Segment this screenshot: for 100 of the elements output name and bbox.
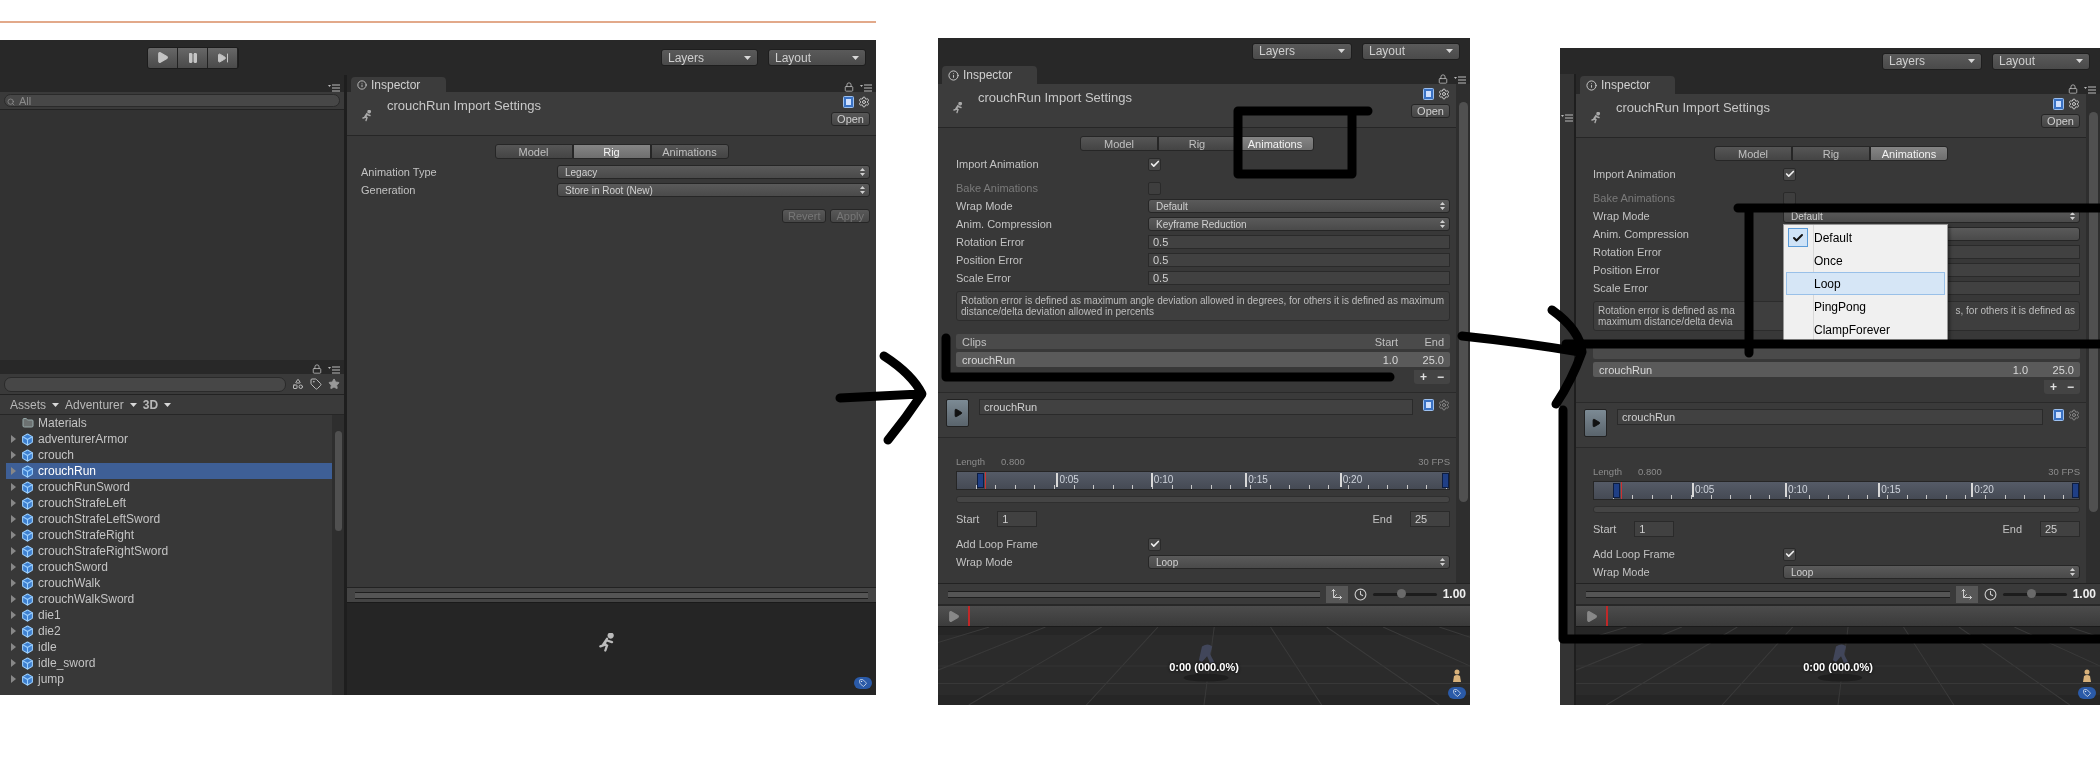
breadcrumb-item[interactable]: Adventurer: [65, 397, 124, 412]
tab[interactable]: Model: [494, 144, 573, 159]
resize-handle[interactable]: [1586, 590, 1950, 598]
tab[interactable]: Animations: [650, 144, 729, 159]
menu-icon[interactable]: [1561, 114, 1573, 122]
expand-arrow-icon[interactable]: [10, 499, 17, 507]
lock-icon[interactable]: [312, 364, 322, 374]
dropdown[interactable]: Store in Root (New): [557, 183, 870, 197]
range-end-marker[interactable]: [2072, 483, 2079, 498]
play-button[interactable]: [946, 399, 969, 427]
expand-arrow-icon[interactable]: [10, 659, 17, 667]
dropdown[interactable]: Loop: [1783, 565, 2080, 579]
play-button[interactable]: [1584, 409, 1607, 437]
menu-item[interactable]: PingPong: [1786, 295, 1945, 318]
asset-item[interactable]: jump: [6, 671, 332, 687]
asset-item[interactable]: crouch: [6, 447, 332, 463]
pivot-button[interactable]: [1325, 585, 1348, 603]
expand-arrow-icon[interactable]: [10, 595, 17, 603]
layout-dropdown[interactable]: Layout: [1992, 52, 2090, 70]
menu-icon[interactable]: [328, 366, 340, 374]
menu-item[interactable]: Default: [1786, 226, 1945, 249]
expand-arrow-icon[interactable]: [10, 675, 17, 683]
asset-item[interactable]: adventurerArmor: [6, 431, 332, 447]
input-field[interactable]: 1: [997, 511, 1038, 527]
input-field[interactable]: 0.5: [1148, 253, 1450, 267]
help-icon[interactable]: [2053, 98, 2064, 110]
star-icon[interactable]: [328, 378, 340, 390]
range-end-marker[interactable]: [1442, 473, 1449, 488]
menu-icon[interactable]: [2084, 86, 2096, 94]
asset-item[interactable]: crouchSword: [6, 559, 332, 575]
input-field[interactable]: 25: [1410, 511, 1450, 527]
layers-dropdown[interactable]: Layers: [1252, 42, 1352, 60]
menu-icon[interactable]: [328, 84, 340, 92]
open-button[interactable]: Open: [2041, 114, 2080, 128]
settings-icon[interactable]: [1438, 88, 1450, 100]
help-icon[interactable]: [1423, 88, 1434, 100]
step-button[interactable]: [208, 47, 238, 68]
open-button[interactable]: Open: [1411, 104, 1450, 118]
asset-item[interactable]: crouchWalkSword: [6, 591, 332, 607]
menu-item[interactable]: ClampForever: [1786, 318, 1945, 341]
add-button[interactable]: +: [2049, 380, 2057, 394]
layers-dropdown[interactable]: Layers: [1882, 52, 1982, 70]
settings-icon[interactable]: [858, 96, 870, 108]
lock-icon[interactable]: [1438, 74, 1448, 84]
asset-item[interactable]: Materials: [6, 415, 332, 431]
scrollbar[interactable]: [2086, 94, 2100, 583]
open-button[interactable]: Open: [831, 112, 870, 126]
expand-arrow-icon[interactable]: [10, 643, 17, 651]
expand-arrow-icon[interactable]: [10, 579, 17, 587]
expand-arrow-icon[interactable]: [10, 627, 17, 635]
remove-button[interactable]: −: [2067, 380, 2074, 394]
breadcrumb-item[interactable]: 3D: [142, 397, 159, 412]
help-icon[interactable]: [1423, 399, 1434, 411]
asset-item[interactable]: idle: [6, 639, 332, 655]
avatar-icon[interactable]: [2082, 669, 2092, 683]
breadcrumb-item[interactable]: Assets: [10, 397, 46, 412]
resize-handle[interactable]: [948, 590, 1320, 598]
input-field[interactable]: 1: [1634, 521, 1675, 537]
play-button[interactable]: [148, 47, 178, 68]
settings-icon[interactable]: [1438, 399, 1450, 411]
input-field[interactable]: 0.5: [1148, 271, 1450, 285]
inspector-tab[interactable]: Inspector: [351, 77, 446, 92]
input-field[interactable]: 25: [2040, 521, 2080, 537]
asset-item[interactable]: die1: [6, 607, 332, 623]
asset-item[interactable]: crouchStrafeRightSword: [6, 543, 332, 559]
inspector-tab[interactable]: Inspector: [1580, 76, 1675, 94]
expand-arrow-icon[interactable]: [10, 611, 17, 619]
checkbox[interactable]: [1783, 547, 1796, 561]
tab[interactable]: Rig: [1158, 136, 1236, 151]
checkbox[interactable]: [1148, 537, 1161, 551]
input-field[interactable]: crouchRun: [979, 399, 1413, 415]
menu-item[interactable]: Loop: [1786, 272, 1945, 295]
range-start-marker[interactable]: [1613, 483, 1621, 498]
expand-arrow-icon[interactable]: [10, 483, 17, 491]
range-start-marker[interactable]: [976, 473, 984, 488]
avatar-icon[interactable]: [1452, 669, 1462, 683]
layout-dropdown[interactable]: Layout: [768, 49, 866, 66]
tab[interactable]: Model: [1714, 146, 1792, 161]
help-icon[interactable]: [2053, 409, 2064, 421]
tab[interactable]: Animations: [1870, 146, 1948, 161]
layers-dropdown[interactable]: Layers: [661, 49, 758, 66]
shapes-icon[interactable]: [292, 378, 304, 390]
inspector-tab[interactable]: Inspector: [942, 66, 1037, 84]
expand-arrow-icon[interactable]: [10, 451, 17, 459]
add-button[interactable]: +: [1419, 370, 1427, 384]
slider-thumb[interactable]: [1397, 588, 1407, 598]
expand-arrow-icon[interactable]: [10, 515, 17, 523]
pivot-button[interactable]: [1955, 585, 1978, 603]
asset-item[interactable]: crouchWalk: [6, 575, 332, 591]
asset-item[interactable]: crouchRun: [6, 463, 332, 479]
expand-arrow-icon[interactable]: [10, 563, 17, 571]
tab[interactable]: Rig: [1792, 146, 1870, 161]
menu-icon[interactable]: [1454, 76, 1466, 84]
lock-icon[interactable]: [2068, 84, 2078, 94]
dropdown[interactable]: Loop: [1148, 555, 1450, 569]
menu-item[interactable]: Once: [1786, 249, 1945, 272]
expand-arrow-icon[interactable]: [10, 547, 17, 555]
clip-row[interactable]: crouchRun 1.0 25.0: [956, 352, 1450, 367]
remove-button[interactable]: −: [1437, 370, 1444, 384]
tab[interactable]: Rig: [572, 144, 651, 159]
